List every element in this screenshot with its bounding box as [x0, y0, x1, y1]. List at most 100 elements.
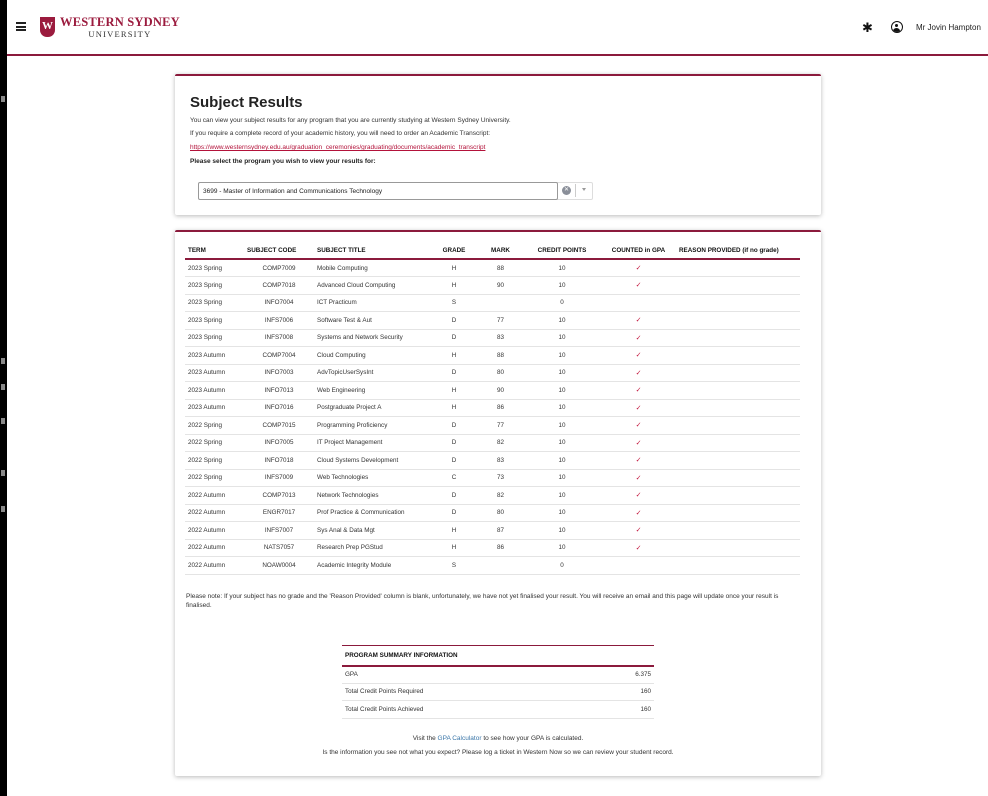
cell-grade: H [430, 539, 478, 557]
intro-text: You can view your subject results for an… [190, 117, 511, 124]
cell-mark: 82 [478, 434, 523, 452]
cell-reason [676, 259, 800, 277]
table-row: 2023 Spring INFS7008 Systems and Network S… [185, 329, 800, 347]
cell-term: 2022 Autumn [185, 539, 244, 557]
col-counted-gpa: COUNTED in GPA [601, 242, 676, 260]
cell-subject-code: INFS7008 [244, 329, 314, 347]
summary-heading: PROGRAM SUMMARY INFORMATION [342, 645, 654, 667]
cell-subject-title: Mobile Computing [314, 259, 430, 277]
page-title: Subject Results [190, 94, 303, 111]
cell-reason [676, 346, 800, 365]
table-row: 2022 Autumn ENGR7017 Prof Practice & Commu… [185, 504, 800, 522]
cell-term: 2022 Autumn [185, 556, 244, 575]
results-header-row: TERM SUBJECT CODE SUBJECT TITLE GRADE MA… [185, 242, 800, 260]
check-icon: ✓ [601, 259, 676, 277]
cell-grade: H [430, 276, 478, 295]
clear-icon[interactable]: ✕ [562, 186, 571, 195]
cell-reason [676, 469, 800, 487]
cell-mark: 90 [478, 381, 523, 400]
cell-subject-code: INFO7016 [244, 399, 314, 417]
col-subject-title: SUBJECT TITLE [314, 242, 430, 260]
cell-subject-code: INFO7018 [244, 451, 314, 470]
check-icon: ✓ [601, 329, 676, 347]
check-icon: ✓ [601, 434, 676, 452]
table-row: 2022 Autumn NATS7057 Research Prep PGStud H… [185, 539, 800, 557]
cell-credit-points: 10 [523, 311, 601, 330]
results-table: TERM SUBJECT CODE SUBJECT TITLE GRADE MA… [185, 242, 800, 575]
cell-term: 2023 Spring [185, 259, 244, 277]
help-text: Is the information you see not what you … [322, 749, 674, 756]
check-icon: ✓ [601, 521, 676, 540]
gear-icon[interactable]: ✱ [862, 21, 873, 34]
program-select[interactable]: 3699 - Master of Information and Communi… [198, 182, 558, 200]
university-logo[interactable]: W WESTERN SYDNEY UNIVERSITY [40, 16, 180, 38]
edge-marker [1, 384, 5, 390]
cell-grade: S [430, 556, 478, 575]
cell-reason [676, 556, 800, 575]
cell-grade: D [430, 416, 478, 435]
cell-term: 2023 Spring [185, 276, 244, 295]
cell-mark: 88 [478, 346, 523, 365]
select-controls [555, 182, 593, 200]
edge-marker [1, 418, 5, 424]
cell-mark: 86 [478, 399, 523, 417]
cell-grade: D [430, 504, 478, 522]
cell-grade: D [430, 364, 478, 382]
cell-subject-code: INFO7003 [244, 364, 314, 382]
cell-subject-code: INFO7013 [244, 381, 314, 400]
summary-label: Total Credit Points Required [342, 683, 590, 701]
check-icon: ✓ [601, 451, 676, 470]
cell-subject-title: Academic Integrity Module [314, 556, 430, 575]
left-window-edge [0, 0, 7, 796]
check-icon [601, 294, 676, 312]
cell-subject-code: COMP7013 [244, 486, 314, 505]
menu-icon[interactable] [16, 22, 26, 31]
cell-grade: D [430, 329, 478, 347]
cell-reason [676, 364, 800, 382]
cell-credit-points: 0 [523, 556, 601, 575]
cell-credit-points: 10 [523, 486, 601, 505]
select-divider [575, 184, 576, 197]
cell-mark: 73 [478, 469, 523, 487]
check-icon [601, 556, 676, 575]
cell-subject-title: Network Technologies [314, 486, 430, 505]
cell-grade: H [430, 521, 478, 540]
table-row: 2023 Autumn INFO7016 Postgraduate Project … [185, 399, 800, 417]
col-reason: REASON PROVIDED (if no grade) [676, 242, 800, 260]
cell-mark: 77 [478, 311, 523, 330]
cell-term: 2022 Spring [185, 451, 244, 470]
cell-credit-points: 10 [523, 329, 601, 347]
cell-credit-points: 10 [523, 451, 601, 470]
summary-label: Total Credit Points Achieved [342, 700, 590, 719]
user-name[interactable]: Mr Jovin Hampton [916, 23, 981, 32]
logo-line2: UNIVERSITY [88, 28, 152, 39]
cell-reason [676, 381, 800, 400]
gpa-calculator-link[interactable]: GPA Calculator [438, 735, 482, 742]
cell-grade: D [430, 434, 478, 452]
cell-term: 2023 Autumn [185, 381, 244, 400]
summary-row: Total Credit Points Achieved 160 [342, 700, 654, 719]
cell-term: 2023 Autumn [185, 364, 244, 382]
cell-credit-points: 10 [523, 399, 601, 417]
col-subject-code: SUBJECT CODE [244, 242, 314, 260]
cell-subject-title: AdvTopicUserSysInt [314, 364, 430, 382]
top-header: W WESTERN SYDNEY UNIVERSITY ✱ Mr Jovin H… [7, 0, 988, 56]
check-icon: ✓ [601, 539, 676, 557]
cell-subject-code: INFS7006 [244, 311, 314, 330]
summary-label: GPA [342, 665, 590, 684]
cell-subject-title: Web Engineering [314, 381, 430, 400]
summary-value: 6.375 [590, 665, 654, 684]
cell-mark [478, 556, 523, 575]
table-row: 2022 Autumn COMP7013 Network Technologies D… [185, 486, 800, 505]
table-row: 2023 Spring INFS7006 Software Test & Aut D 7… [185, 311, 800, 330]
table-row: 2022 Autumn INFS7007 Sys Anal & Data Mgt H 8… [185, 521, 800, 540]
chevron-down-icon[interactable] [582, 188, 586, 191]
table-row: 2022 Spring INFO7005 IT Project Management… [185, 434, 800, 452]
transcript-link[interactable]: https://www.westernsydney.edu.au/graduat… [190, 144, 485, 151]
cell-mark: 83 [478, 329, 523, 347]
check-icon: ✓ [601, 276, 676, 295]
user-icon[interactable] [891, 21, 903, 33]
check-icon: ✓ [601, 381, 676, 400]
cell-subject-title: Postgraduate Project A [314, 399, 430, 417]
cell-credit-points: 10 [523, 259, 601, 277]
